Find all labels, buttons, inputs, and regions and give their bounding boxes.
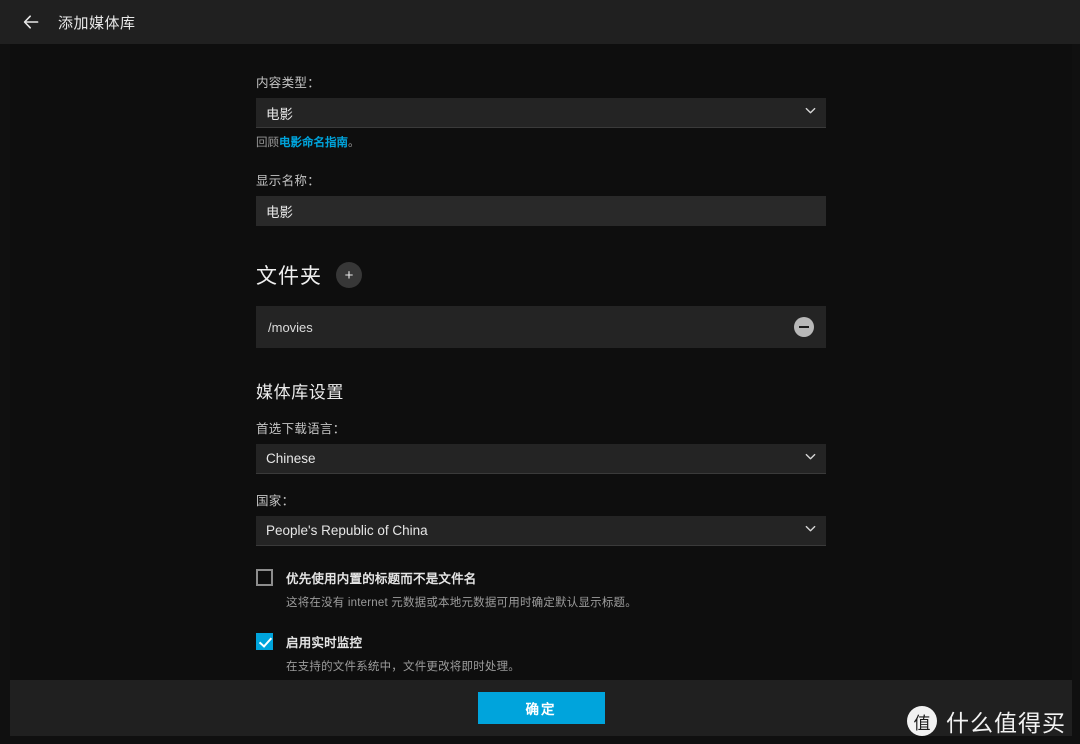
remove-folder-button[interactable] [794, 317, 814, 337]
content-type-label: 内容类型： [256, 76, 321, 90]
content-type-select-wrap: 电影 [256, 98, 826, 128]
folder-path: /movies [268, 319, 313, 335]
watermark-text: 什么值得买 [946, 710, 1066, 736]
realtime-monitoring-row[interactable]: 启用实时监控 在支持的文件系统中，文件更改将即时处理。 [256, 632, 826, 674]
country-value: People's Republic of China [266, 523, 428, 538]
preferred-language-label: 首选下载语言： [256, 422, 346, 436]
smzdm-logo-icon: 值 [907, 706, 937, 736]
prefer-embedded-titles-row[interactable]: 优先使用内置的标题而不是文件名 这将在没有 internet 元数据或本地元数据… [256, 568, 826, 610]
prefer-embedded-titles-checkbox[interactable] [256, 569, 273, 586]
back-arrow-icon [21, 12, 41, 32]
naming-guide-hint: 回顾电影命名指南。 [256, 134, 826, 150]
country-select[interactable]: People's Republic of China [256, 516, 826, 546]
folders-title: 文件夹 [256, 265, 322, 288]
naming-guide-prefix: 回顾 [256, 137, 279, 149]
realtime-monitoring-texts: 启用实时监控 在支持的文件系统中，文件更改将即时处理。 [286, 632, 520, 674]
realtime-monitoring-label: 启用实时监控 [286, 636, 363, 650]
preferred-language-value: Chinese [266, 451, 316, 466]
realtime-monitoring-checkbox[interactable] [256, 633, 273, 650]
confirm-button[interactable]: 确定 [477, 692, 605, 724]
folder-row[interactable]: /movies [256, 306, 826, 348]
country-label: 国家： [256, 494, 295, 508]
page-title: 添加媒体库 [58, 14, 136, 32]
movie-naming-guide-link[interactable]: 电影命名指南 [279, 137, 348, 149]
content-type-select[interactable]: 电影 [256, 98, 826, 128]
minus-icon [799, 326, 809, 328]
prefer-embedded-titles-description: 这将在没有 internet 元数据或本地元数据可用时确定默认显示标题。 [286, 597, 637, 609]
add-media-library-screen: 添加媒体库 内容类型： 电影 回顾电影命名指南。 显示名称： 电影 文件夹 + … [0, 0, 1080, 744]
content-type-value: 电影 [266, 106, 293, 122]
library-settings-title: 媒体库设置 [256, 383, 344, 402]
display-name-label: 显示名称： [256, 174, 321, 188]
prefer-embedded-titles-texts: 优先使用内置的标题而不是文件名 这将在没有 internet 元数据或本地元数据… [286, 568, 637, 610]
preferred-language-select[interactable]: Chinese [256, 444, 826, 474]
form-scroll-area[interactable]: 内容类型： 电影 回顾电影命名指南。 显示名称： 文件夹 [10, 44, 1072, 680]
prefer-embedded-titles-label: 优先使用内置的标题而不是文件名 [286, 572, 477, 586]
display-name-input[interactable] [256, 196, 826, 226]
country-select-wrap: People's Republic of China [256, 516, 826, 546]
watermark: 值 什么值得买 [907, 704, 1066, 738]
naming-guide-suffix: 。 [348, 137, 360, 149]
preferred-language-select-wrap: Chinese [256, 444, 826, 474]
form-content: 内容类型： 电影 回顾电影命名指南。 显示名称： 文件夹 [256, 44, 826, 680]
realtime-monitoring-description: 在支持的文件系统中，文件更改将即时处理。 [286, 661, 520, 673]
top-app-bar: 添加媒体库 [0, 0, 1080, 44]
add-folder-button[interactable]: + [336, 262, 362, 288]
folders-header: 文件夹 + [256, 260, 826, 290]
back-button[interactable] [14, 5, 48, 39]
